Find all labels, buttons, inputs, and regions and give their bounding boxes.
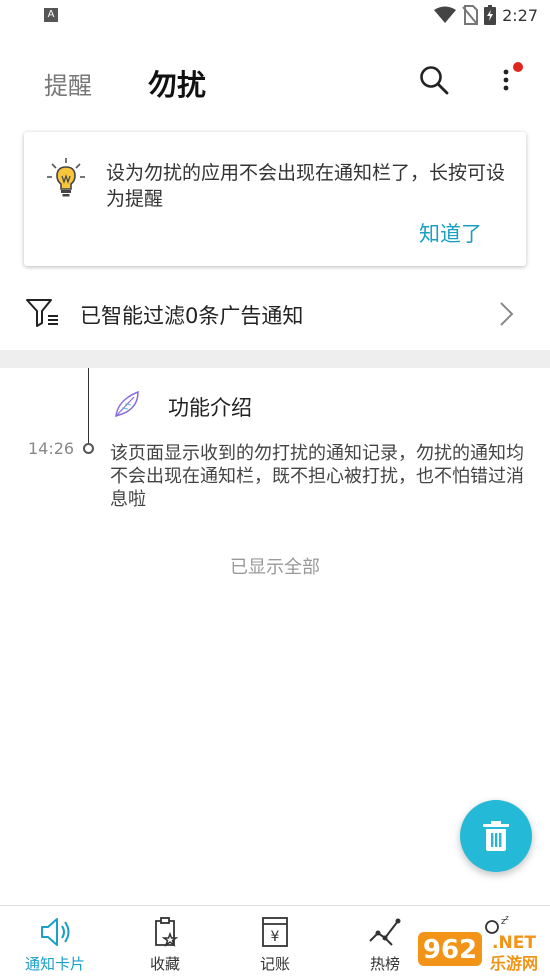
feather-logo-icon <box>115 390 139 418</box>
speaker-card-icon <box>41 918 70 946</box>
tip-dismiss-button[interactable]: 知道了 <box>419 218 482 248</box>
nav-label: 记账 <box>259 955 290 973</box>
nav-label: 收藏 <box>149 955 180 973</box>
watermark-net: .NET <box>492 933 536 953</box>
section-divider <box>0 350 550 368</box>
trash-icon <box>483 821 509 851</box>
more-vertical-icon[interactable] <box>494 62 524 98</box>
timeline-dot <box>83 443 94 454</box>
list-end-text: 已显示全部 <box>230 557 320 578</box>
wifi-icon <box>434 6 457 23</box>
clipboard-star-icon <box>155 917 179 948</box>
status-time: 2:27 <box>502 5 538 25</box>
site-watermark-logo: 962 .NET 乐游网 <box>418 932 538 973</box>
ledger-yen-icon: ¥ <box>262 917 288 947</box>
watermark-site: 乐游网 <box>490 954 538 973</box>
top-bar: 提醒 勿扰 <box>0 46 550 116</box>
nav-item-notification-cards[interactable]: 通知卡片 <box>0 906 110 979</box>
tab-do-not-disturb[interactable]: 勿扰 <box>148 62 206 104</box>
nav-item-favorites[interactable]: 收藏 <box>110 906 220 979</box>
nav-label: 通知卡片 <box>24 955 85 973</box>
trend-chart-icon <box>369 918 401 946</box>
entry-body: 该页面显示收到的勿打扰的通知记录，勿扰的通知均不会出现在通知栏，既不担心被打扰，… <box>110 443 524 510</box>
search-icon[interactable] <box>416 62 452 98</box>
delete-all-button[interactable] <box>460 800 532 872</box>
notification-badge <box>513 62 523 72</box>
ad-filter-row[interactable]: 已智能过滤0条广告通知 <box>0 282 550 346</box>
tip-card: 设为勿扰的应用不会出现在通知栏了，长按可设为提醒 知道了 <box>24 132 526 266</box>
no-sim-icon <box>462 5 479 25</box>
ad-filter-text: 已智能过滤0条广告通知 <box>80 304 304 328</box>
app-notification-icon: A <box>44 8 58 22</box>
nav-item-accounting[interactable]: ¥ 记账 <box>220 906 330 979</box>
chevron-right-icon <box>500 302 514 326</box>
timeline-line <box>88 368 89 444</box>
filter-list-icon <box>26 299 58 327</box>
tab-remind[interactable]: 提醒 <box>44 66 92 101</box>
svg-text:¥: ¥ <box>271 929 280 945</box>
entry-title: 功能介绍 <box>168 396 252 420</box>
svg-text:z: z <box>505 915 509 922</box>
entry-time: 14:26 <box>28 439 75 458</box>
battery-charging-icon <box>484 5 497 25</box>
lightbulb-icon <box>47 158 85 197</box>
status-bar: A 2:27 <box>0 0 550 32</box>
tip-text: 设为勿扰的应用不会出现在通知栏了，长按可设为提醒 <box>106 162 506 210</box>
status-icons: 2:27 <box>434 4 538 26</box>
watermark-number: 962 <box>423 935 477 965</box>
